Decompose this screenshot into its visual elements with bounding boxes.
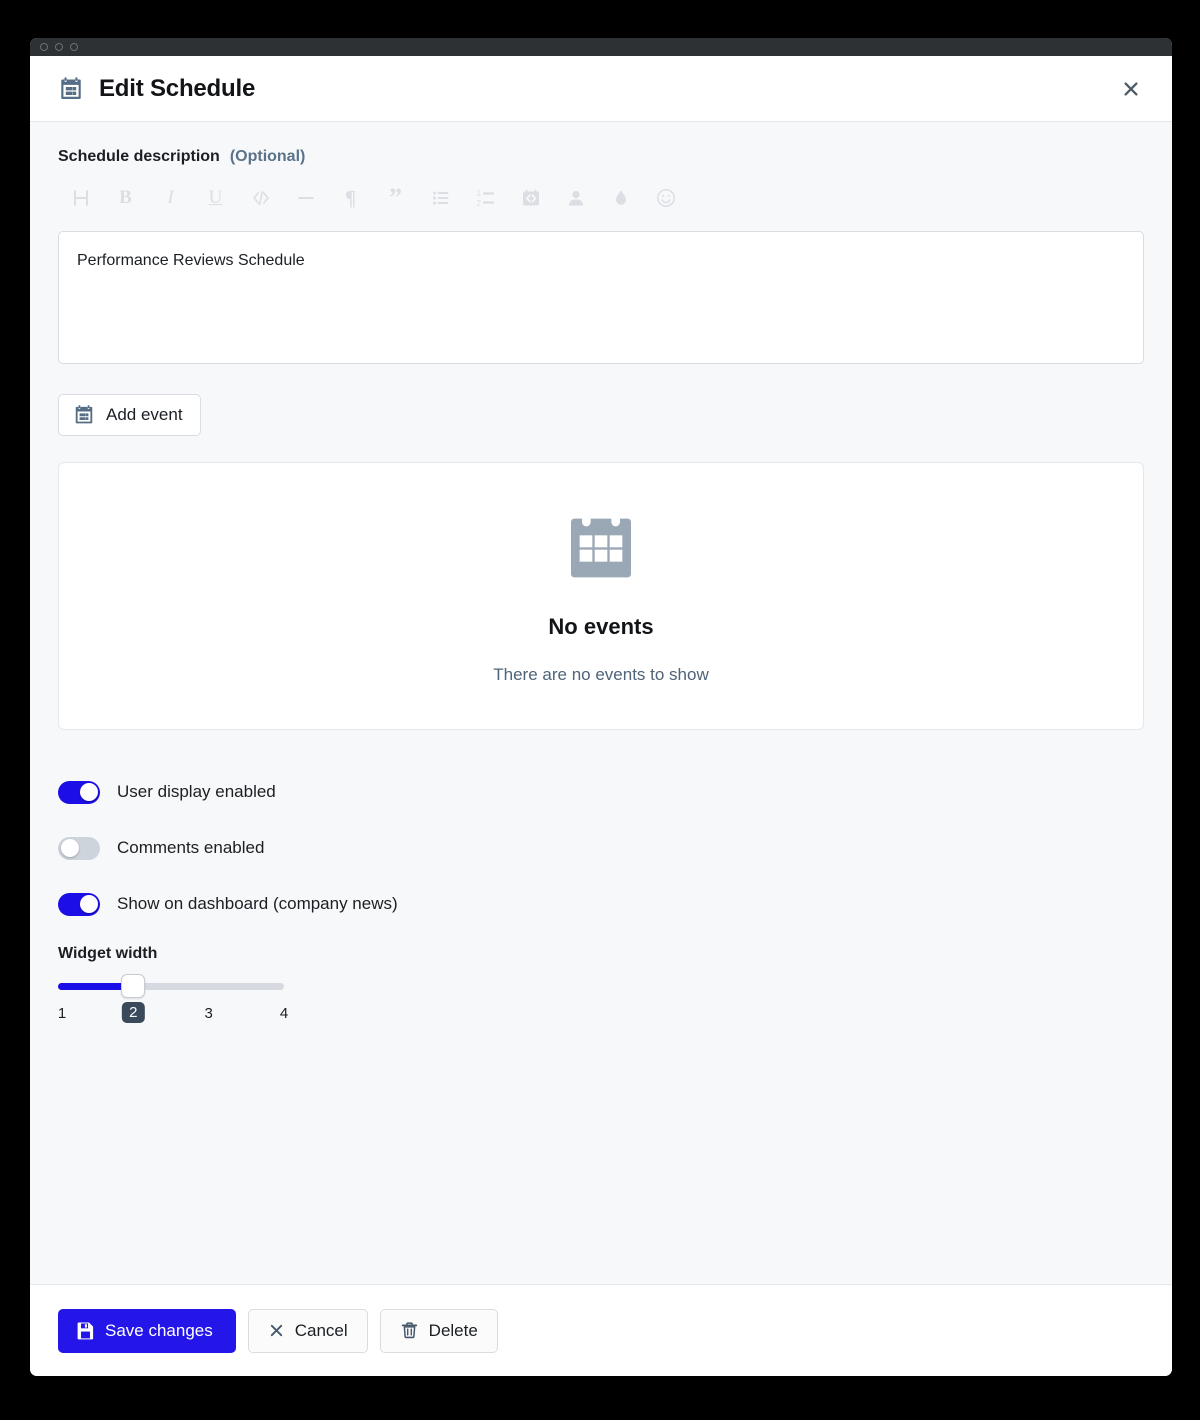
- window-minimize-dot[interactable]: [55, 43, 63, 51]
- save-icon: [76, 1321, 95, 1340]
- toggle-knob: [79, 783, 98, 801]
- numbered-list-icon[interactable]: 1 2: [463, 181, 508, 215]
- dialog-footer: Save changes Cancel Delete: [30, 1284, 1172, 1376]
- mention-user-icon[interactable]: [553, 181, 598, 215]
- description-label-row: Schedule description (Optional): [58, 148, 1144, 166]
- toggle-row-user-display-enabled[interactable]: User display enabled: [58, 777, 1144, 807]
- highlight-color-icon[interactable]: [598, 181, 643, 215]
- empty-state-subtitle: There are no events to show: [493, 664, 709, 684]
- description-label: Schedule description: [58, 148, 220, 165]
- toggle-knob: [79, 895, 98, 913]
- calendar-empty-icon: [561, 508, 641, 588]
- page-title: Edit Schedule: [99, 74, 256, 102]
- settings-toggles: User display enabled Comments enabled Sh…: [58, 777, 1144, 919]
- calendar-add-icon: [73, 404, 95, 426]
- svg-text:1: 1: [476, 189, 481, 198]
- app-window: Edit Schedule Schedule description (Opti…: [30, 38, 1172, 1376]
- paragraph-icon[interactable]: ¶: [328, 181, 373, 215]
- slider-tick-4[interactable]: 4: [280, 1005, 288, 1022]
- toggle-label-user-display-enabled: User display enabled: [117, 782, 276, 801]
- toggle-switch-show-on-dashboard[interactable]: [58, 892, 100, 916]
- underline-icon[interactable]: U: [193, 181, 238, 215]
- save-changes-label: Save changes: [105, 1320, 213, 1340]
- description-input[interactable]: [58, 231, 1144, 364]
- delete-label: Delete: [428, 1320, 478, 1340]
- toggle-row-show-on-dashboard[interactable]: Show on dashboard (company news): [58, 889, 1144, 919]
- slider-tick-3[interactable]: 3: [204, 1005, 212, 1022]
- widget-width-label: Widget width: [58, 945, 158, 962]
- rich-text-toolbar: B I U ¶ ” 1 2: [58, 180, 1144, 216]
- italic-icon[interactable]: I: [148, 181, 193, 215]
- horizontal-rule-icon[interactable]: [283, 181, 328, 215]
- blockquote-icon[interactable]: ”: [373, 181, 418, 215]
- bold-icon[interactable]: B: [103, 181, 148, 215]
- toggle-label-comments-enabled: Comments enabled: [117, 838, 265, 857]
- save-changes-button[interactable]: Save changes: [58, 1308, 236, 1353]
- toggle-knob: [60, 839, 79, 857]
- toggle-switch-user-display-enabled[interactable]: [58, 780, 100, 804]
- slider-tick-2[interactable]: 2: [122, 1002, 145, 1023]
- slider-tick-labels: 1 2 3 4: [58, 1002, 288, 1031]
- slider-thumb[interactable]: [121, 974, 146, 998]
- window-zoom-dot[interactable]: [70, 43, 78, 51]
- add-event-label: Add event: [106, 405, 183, 424]
- toggle-label-show-on-dashboard: Show on dashboard (company news): [117, 894, 398, 913]
- window-titlebar: [30, 38, 1172, 56]
- code-icon[interactable]: [238, 181, 283, 215]
- embed-media-icon[interactable]: [508, 181, 553, 215]
- delete-button[interactable]: Delete: [379, 1308, 498, 1353]
- close-icon: [268, 1322, 285, 1339]
- add-event-button[interactable]: Add event: [58, 394, 201, 436]
- dialog-header: Edit Schedule: [30, 56, 1172, 122]
- cancel-button[interactable]: Cancel: [247, 1308, 368, 1353]
- cancel-label: Cancel: [294, 1320, 348, 1340]
- toggle-switch-comments-enabled[interactable]: [58, 836, 100, 860]
- toggle-row-comments-enabled[interactable]: Comments enabled: [58, 833, 1144, 863]
- trash-icon: [400, 1321, 419, 1340]
- description-optional-tag: (Optional): [229, 148, 306, 165]
- dialog-body: Schedule description (Optional) B I U ¶ …: [30, 122, 1172, 1284]
- close-icon[interactable]: [1116, 74, 1146, 104]
- widget-width-control: Widget width 1 2 3 4: [58, 945, 1144, 1031]
- empty-state-title: No events: [548, 613, 654, 639]
- emoji-icon[interactable]: [643, 181, 688, 215]
- calendar-icon: [58, 76, 84, 102]
- slider-tick-1[interactable]: 1: [58, 1005, 66, 1022]
- window-close-dot[interactable]: [40, 43, 48, 51]
- svg-text:2: 2: [476, 199, 481, 208]
- heading-icon[interactable]: [58, 181, 103, 215]
- widget-width-slider[interactable]: [58, 974, 284, 998]
- bulleted-list-icon[interactable]: [418, 181, 463, 215]
- events-empty-panel: No events There are no events to show: [58, 462, 1144, 730]
